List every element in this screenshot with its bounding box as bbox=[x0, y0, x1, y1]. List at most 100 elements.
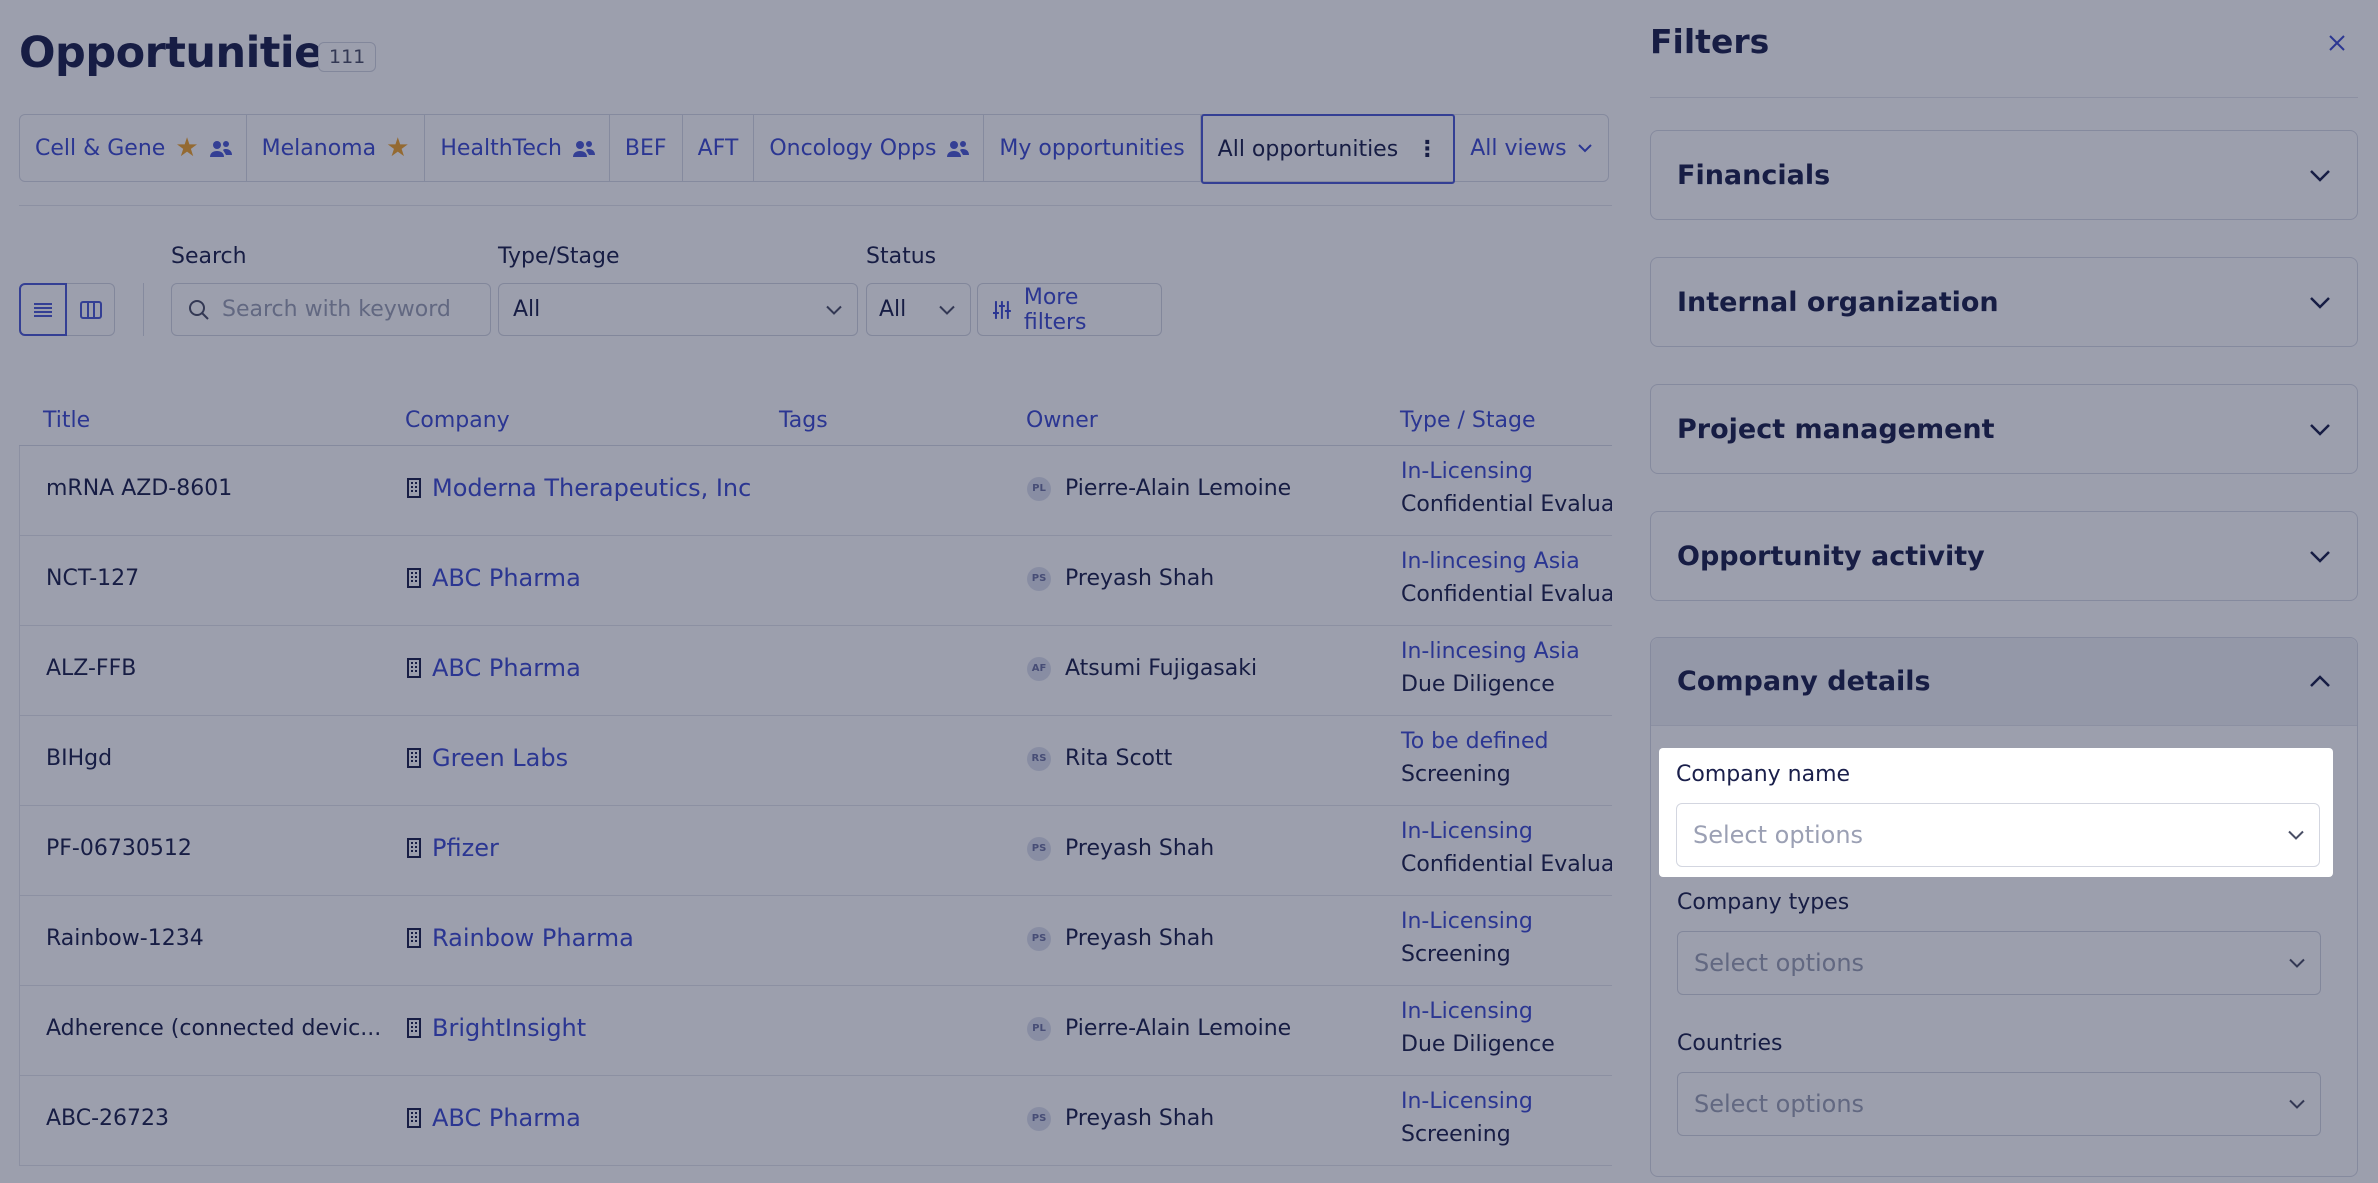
row-type: In-Licensing bbox=[1401, 909, 1533, 934]
tab-healthtech[interactable]: HealthTech bbox=[425, 115, 610, 181]
chevron-down-icon bbox=[2310, 296, 2330, 309]
row-title: ABC-26723 bbox=[46, 1106, 170, 1131]
tab-all-opportunities[interactable]: All opportunities ⋮ bbox=[1200, 114, 1456, 184]
table-row[interactable]: BIHgd Green Labs RS Rita Scott To be defi… bbox=[19, 716, 1612, 806]
table-row[interactable]: ABC-26723 ABC Pharma PS Preyash Shah In-L… bbox=[19, 1076, 1612, 1166]
row-company-link[interactable]: ABC Pharma bbox=[406, 654, 581, 682]
opportunity-count-badge: 111 bbox=[318, 42, 377, 72]
type-stage-select[interactable]: All bbox=[498, 283, 858, 336]
avatar: PL bbox=[1027, 1016, 1051, 1041]
building-icon bbox=[407, 568, 421, 588]
status-label: Status bbox=[866, 244, 937, 269]
row-owner: PS Preyash Shah bbox=[1027, 926, 1214, 951]
row-company-link[interactable]: ABC Pharma bbox=[406, 564, 581, 592]
company-types-select[interactable]: Select options bbox=[1677, 931, 2321, 995]
filters-title: Filters bbox=[1650, 22, 1770, 61]
row-stage: Confidential Evaluat bbox=[1401, 852, 1612, 877]
divider bbox=[19, 205, 1612, 206]
tab-cell-gene[interactable]: Cell & Gene ★ bbox=[20, 115, 247, 181]
page-title: Opportunities bbox=[19, 28, 348, 78]
status-select[interactable]: All bbox=[866, 283, 971, 336]
row-company-link[interactable]: Green Labs bbox=[406, 744, 568, 772]
saved-views-tabs: Cell & Gene ★ Melanoma ★ HealthTech BEF … bbox=[19, 114, 1609, 184]
accordion-internal-organization: Internal organization bbox=[1650, 257, 2358, 347]
column-type-stage[interactable]: Type / Stage bbox=[1400, 408, 1536, 433]
table-row[interactable]: NCT-127 ABC Pharma PS Preyash Shah In-lin… bbox=[19, 536, 1612, 626]
row-title: PF-06730512 bbox=[46, 836, 192, 861]
row-type: To be defined bbox=[1401, 729, 1549, 754]
row-title: BIHgd bbox=[46, 746, 113, 771]
row-title: NCT-127 bbox=[46, 566, 140, 591]
row-title: mRNA AZD-8601 bbox=[46, 476, 233, 501]
accordion-header-company-details[interactable]: Company details bbox=[1651, 638, 2357, 726]
row-type: In-lincesing Asia bbox=[1401, 639, 1580, 664]
chevron-down-icon bbox=[2310, 169, 2330, 182]
column-title[interactable]: Title bbox=[43, 408, 90, 433]
building-icon bbox=[407, 748, 421, 768]
accordion-company-details: Company details Company types Select opt… bbox=[1650, 637, 2358, 1177]
table-row[interactable]: ALZ-FFB ABC Pharma AF Atsumi Fujigasaki I… bbox=[19, 626, 1612, 716]
row-owner: PL Pierre-Alain Lemoine bbox=[1027, 476, 1291, 501]
countries-label: Countries bbox=[1677, 1031, 1783, 1056]
search-input[interactable]: Search with keyword bbox=[171, 283, 491, 336]
accordion-opportunity-activity: Opportunity activity bbox=[1650, 511, 2358, 601]
column-company[interactable]: Company bbox=[405, 408, 510, 433]
list-view-button[interactable] bbox=[19, 283, 67, 336]
company-name-field-highlight: Company name Select options bbox=[1659, 748, 2333, 877]
chevron-down-icon bbox=[939, 305, 955, 315]
company-name-select[interactable]: Select options bbox=[1676, 803, 2320, 867]
search-icon bbox=[189, 299, 209, 320]
accordion-header-financials[interactable]: Financials bbox=[1651, 131, 2357, 219]
countries-select[interactable]: Select options bbox=[1677, 1072, 2321, 1136]
company-types-label: Company types bbox=[1677, 890, 1850, 915]
tab-all-views[interactable]: All views bbox=[1455, 115, 1607, 181]
table-row[interactable]: Adherence (connected devic... BrightInsi… bbox=[19, 986, 1612, 1076]
row-company-link[interactable]: Moderna Therapeutics, Inc bbox=[406, 474, 751, 502]
chevron-down-icon bbox=[2288, 830, 2304, 840]
star-icon: ★ bbox=[386, 133, 410, 163]
avatar: PL bbox=[1027, 476, 1051, 501]
chevron-down-icon bbox=[2310, 550, 2330, 563]
row-company-link[interactable]: Rainbow Pharma bbox=[406, 924, 634, 952]
row-owner: PL Pierre-Alain Lemoine bbox=[1027, 1016, 1291, 1041]
close-button[interactable] bbox=[2322, 28, 2352, 58]
accordion-header-internal-organization[interactable]: Internal organization bbox=[1651, 258, 2357, 346]
row-type: In-Licensing bbox=[1401, 459, 1533, 484]
avatar: PS bbox=[1027, 926, 1051, 951]
accordion-header-project-management[interactable]: Project management bbox=[1651, 385, 2357, 473]
building-icon bbox=[407, 1108, 421, 1128]
table-row[interactable]: PF-06730512 Pfizer PS Preyash Shah In-Lic… bbox=[19, 806, 1612, 896]
tab-bef[interactable]: BEF bbox=[610, 115, 683, 181]
chevron-down-icon bbox=[2289, 958, 2305, 968]
building-icon bbox=[407, 1018, 421, 1038]
column-owner[interactable]: Owner bbox=[1026, 408, 1098, 433]
avatar: PS bbox=[1027, 566, 1051, 591]
tab-melanoma[interactable]: Melanoma ★ bbox=[247, 115, 426, 181]
accordion-project-management: Project management bbox=[1650, 384, 2358, 474]
columns-icon bbox=[79, 300, 102, 319]
kebab-menu-icon[interactable]: ⋮ bbox=[1416, 137, 1438, 162]
row-company-link[interactable]: BrightInsight bbox=[406, 1014, 586, 1042]
row-company-link[interactable]: Pfizer bbox=[406, 834, 499, 862]
tab-oncology-opps[interactable]: Oncology Opps bbox=[754, 115, 985, 181]
row-company-link[interactable]: ABC Pharma bbox=[406, 1104, 581, 1132]
accordion-header-opportunity-activity[interactable]: Opportunity activity bbox=[1651, 512, 2357, 600]
chevron-down-icon bbox=[2310, 423, 2330, 436]
table-row[interactable]: mRNA AZD-8601 Moderna Therapeutics, Inc … bbox=[19, 446, 1612, 536]
tab-aft[interactable]: AFT bbox=[683, 115, 755, 181]
shared-users-icon bbox=[572, 139, 595, 157]
tab-my-opportunities[interactable]: My opportunities bbox=[984, 115, 1201, 181]
row-owner: RS Rita Scott bbox=[1027, 746, 1172, 771]
avatar: PS bbox=[1027, 1106, 1051, 1131]
row-stage: Screening bbox=[1401, 942, 1511, 967]
board-view-button[interactable] bbox=[67, 283, 115, 336]
more-filters-button[interactable]: More filters bbox=[977, 283, 1162, 336]
table-row[interactable]: Rainbow-1234 Rainbow Pharma PS Preyash Sh… bbox=[19, 896, 1612, 986]
column-tags[interactable]: Tags bbox=[779, 408, 828, 433]
divider bbox=[143, 283, 144, 336]
shared-users-icon bbox=[209, 139, 232, 157]
chevron-down-icon bbox=[826, 305, 842, 315]
building-icon bbox=[407, 838, 421, 858]
row-stage: Due Diligence bbox=[1401, 1032, 1555, 1057]
company-name-label: Company name bbox=[1676, 762, 1851, 787]
